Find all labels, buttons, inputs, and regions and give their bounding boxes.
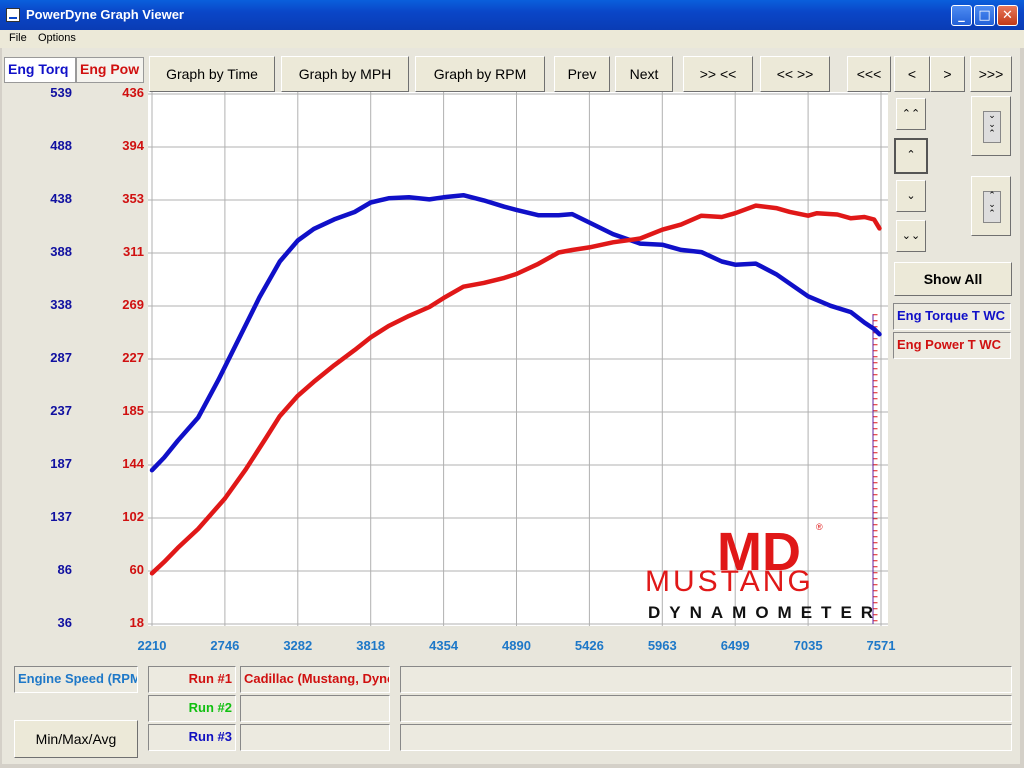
show-all-button[interactable]: Show All: [894, 262, 1012, 296]
logo-brand: MUSTANG: [645, 565, 814, 598]
next-button[interactable]: Next: [615, 56, 673, 92]
prev-button[interactable]: Prev: [554, 56, 610, 92]
torque-tick-label: 488: [50, 138, 72, 153]
run-1-label: Run #1: [148, 666, 236, 693]
scroll-down-button[interactable]: ⌄: [896, 180, 926, 212]
step-forward-button[interactable]: >: [930, 56, 965, 92]
torque-tick-label: 287: [50, 350, 72, 365]
power-tick-label: 311: [123, 244, 144, 259]
graph-by-rpm-button[interactable]: Graph by RPM: [415, 56, 545, 92]
power-tick-label: 269: [122, 297, 144, 312]
rpm-tick-label: 3282: [283, 638, 313, 653]
torque-tick-label: 438: [50, 191, 72, 206]
power-tick-label: 102: [122, 509, 144, 524]
run-3-desc[interactable]: [240, 724, 390, 751]
run-2-desc[interactable]: [240, 695, 390, 722]
maximize-button[interactable]: □: [974, 5, 995, 26]
zoom-in-button[interactable]: >> <<: [683, 56, 753, 92]
rpm-tick-label: 7571: [866, 638, 896, 653]
power-tick-label: 227: [122, 350, 144, 365]
app-icon: [6, 8, 20, 22]
rpm-tick-label: 6499: [720, 638, 750, 653]
menu-bar: File Options: [0, 30, 1024, 48]
legend-power[interactable]: Eng Power T WC: [893, 332, 1011, 359]
logo-registered: ®: [816, 522, 823, 532]
power-tick-label: 436: [122, 85, 144, 100]
first-button[interactable]: <<<: [847, 56, 891, 92]
torque-tick-label: 137: [50, 509, 72, 524]
rpm-tick-label: 2746: [210, 638, 240, 653]
minimize-button[interactable]: _: [951, 5, 972, 26]
menu-options[interactable]: Options: [38, 32, 76, 44]
zoom-out-button[interactable]: << >>: [760, 56, 830, 92]
graph-by-mph-button[interactable]: Graph by MPH: [281, 56, 409, 92]
step-back-button[interactable]: <: [894, 56, 930, 92]
run-3-label: Run #3: [148, 724, 236, 751]
rpm-tick-label: 2210: [137, 638, 167, 653]
scroll-down-fast-button[interactable]: ⌄⌄: [896, 220, 926, 252]
torque-tick-label: 338: [50, 297, 72, 312]
x-channel-field[interactable]: Engine Speed (RPM): [14, 666, 138, 693]
graph-by-time-button[interactable]: Graph by Time: [149, 56, 275, 92]
chevrons-up-icon: ⌃ ⌄ ⌃: [983, 191, 1001, 223]
legend-torque[interactable]: Eng Torque T WC: [893, 303, 1011, 330]
power-scroll-up-button[interactable]: ⌃ ⌄ ⌃: [971, 176, 1011, 236]
window-title: PowerDyne Graph Viewer: [26, 7, 184, 22]
torque-tick-label: 388: [50, 244, 72, 259]
close-button[interactable]: ✕: [997, 5, 1018, 26]
rpm-tick-label: 5426: [574, 638, 604, 653]
power-tick-label: 60: [129, 562, 144, 577]
torque-tick-label: 539: [50, 85, 72, 100]
rpm-tick-label: 4890: [502, 638, 531, 653]
scroll-up-button[interactable]: ⌃: [894, 138, 928, 174]
run-2-label: Run #2: [148, 695, 236, 722]
rpm-tick-label: 7035: [793, 638, 823, 653]
torque-tick-label: 187: [50, 456, 72, 471]
power-tick-label: 144: [122, 456, 144, 471]
torque-tick-label: 237: [50, 403, 72, 418]
title-bar: PowerDyne Graph Viewer _ □ ✕: [0, 0, 1024, 30]
power-tick-label: 185: [122, 403, 144, 418]
menu-file[interactable]: File: [9, 32, 27, 44]
run-3-notes[interactable]: [400, 724, 1012, 751]
logo-sub: DYNAMOMETER: [648, 603, 882, 622]
rpm-tick-label: 3818: [356, 638, 386, 653]
power-tick-label: 353: [122, 191, 144, 206]
run-1-notes[interactable]: [400, 666, 1012, 693]
tab-eng-torque[interactable]: Eng Torq: [4, 57, 76, 83]
scroll-up-fast-button[interactable]: ⌃⌃: [896, 98, 926, 130]
tab-eng-power[interactable]: Eng Pow: [76, 57, 144, 83]
power-tick-label: 394: [122, 138, 144, 153]
chevrons-down-icon: ⌄ ⌄ ⌃: [983, 111, 1001, 143]
power-tick-label: 18: [129, 615, 144, 630]
rpm-tick-label: 4354: [429, 638, 459, 653]
run-1-desc[interactable]: Cadillac (Mustang, Dyno): [240, 666, 390, 693]
torque-tick-label: 36: [57, 615, 72, 630]
dyno-chart: MD ® MUSTANG DYNAMOMETER: [148, 92, 888, 626]
run-2-notes[interactable]: [400, 695, 1012, 722]
torque-tick-label: 86: [57, 562, 72, 577]
min-max-avg-button[interactable]: Min/Max/Avg: [14, 720, 138, 758]
power-scroll-down-button[interactable]: ⌄ ⌄ ⌃: [971, 96, 1011, 156]
last-button[interactable]: >>>: [970, 56, 1012, 92]
rpm-tick-label: 5963: [647, 638, 677, 653]
